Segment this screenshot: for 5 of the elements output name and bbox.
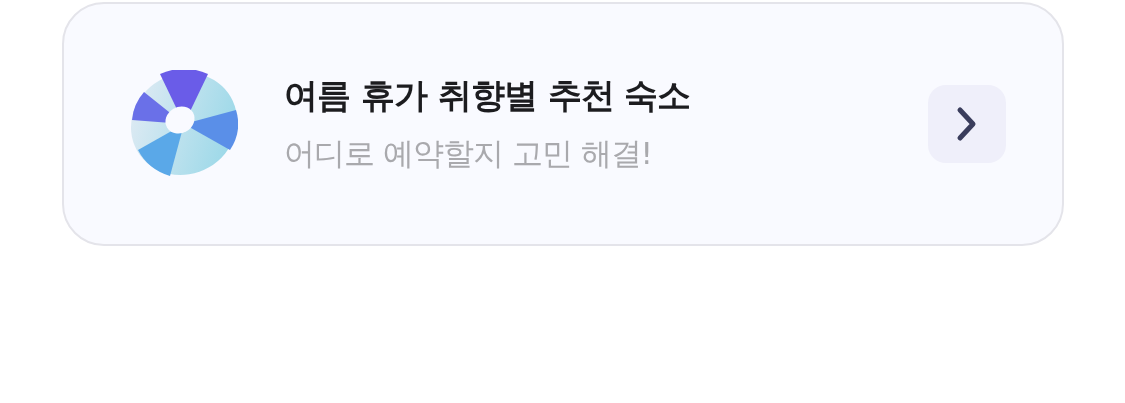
swim-ring-icon xyxy=(130,70,238,178)
next-button[interactable] xyxy=(928,85,1006,163)
banner-subtitle: 어디로 예약할지 고민 해결! xyxy=(284,134,653,173)
banner-card[interactable]: 여름 휴가 취향별 추천 숙소 어디로 예약할지 고민 해결! xyxy=(62,2,1064,246)
banner-title: 여름 휴가 취향별 추천 숙소 xyxy=(284,74,692,117)
